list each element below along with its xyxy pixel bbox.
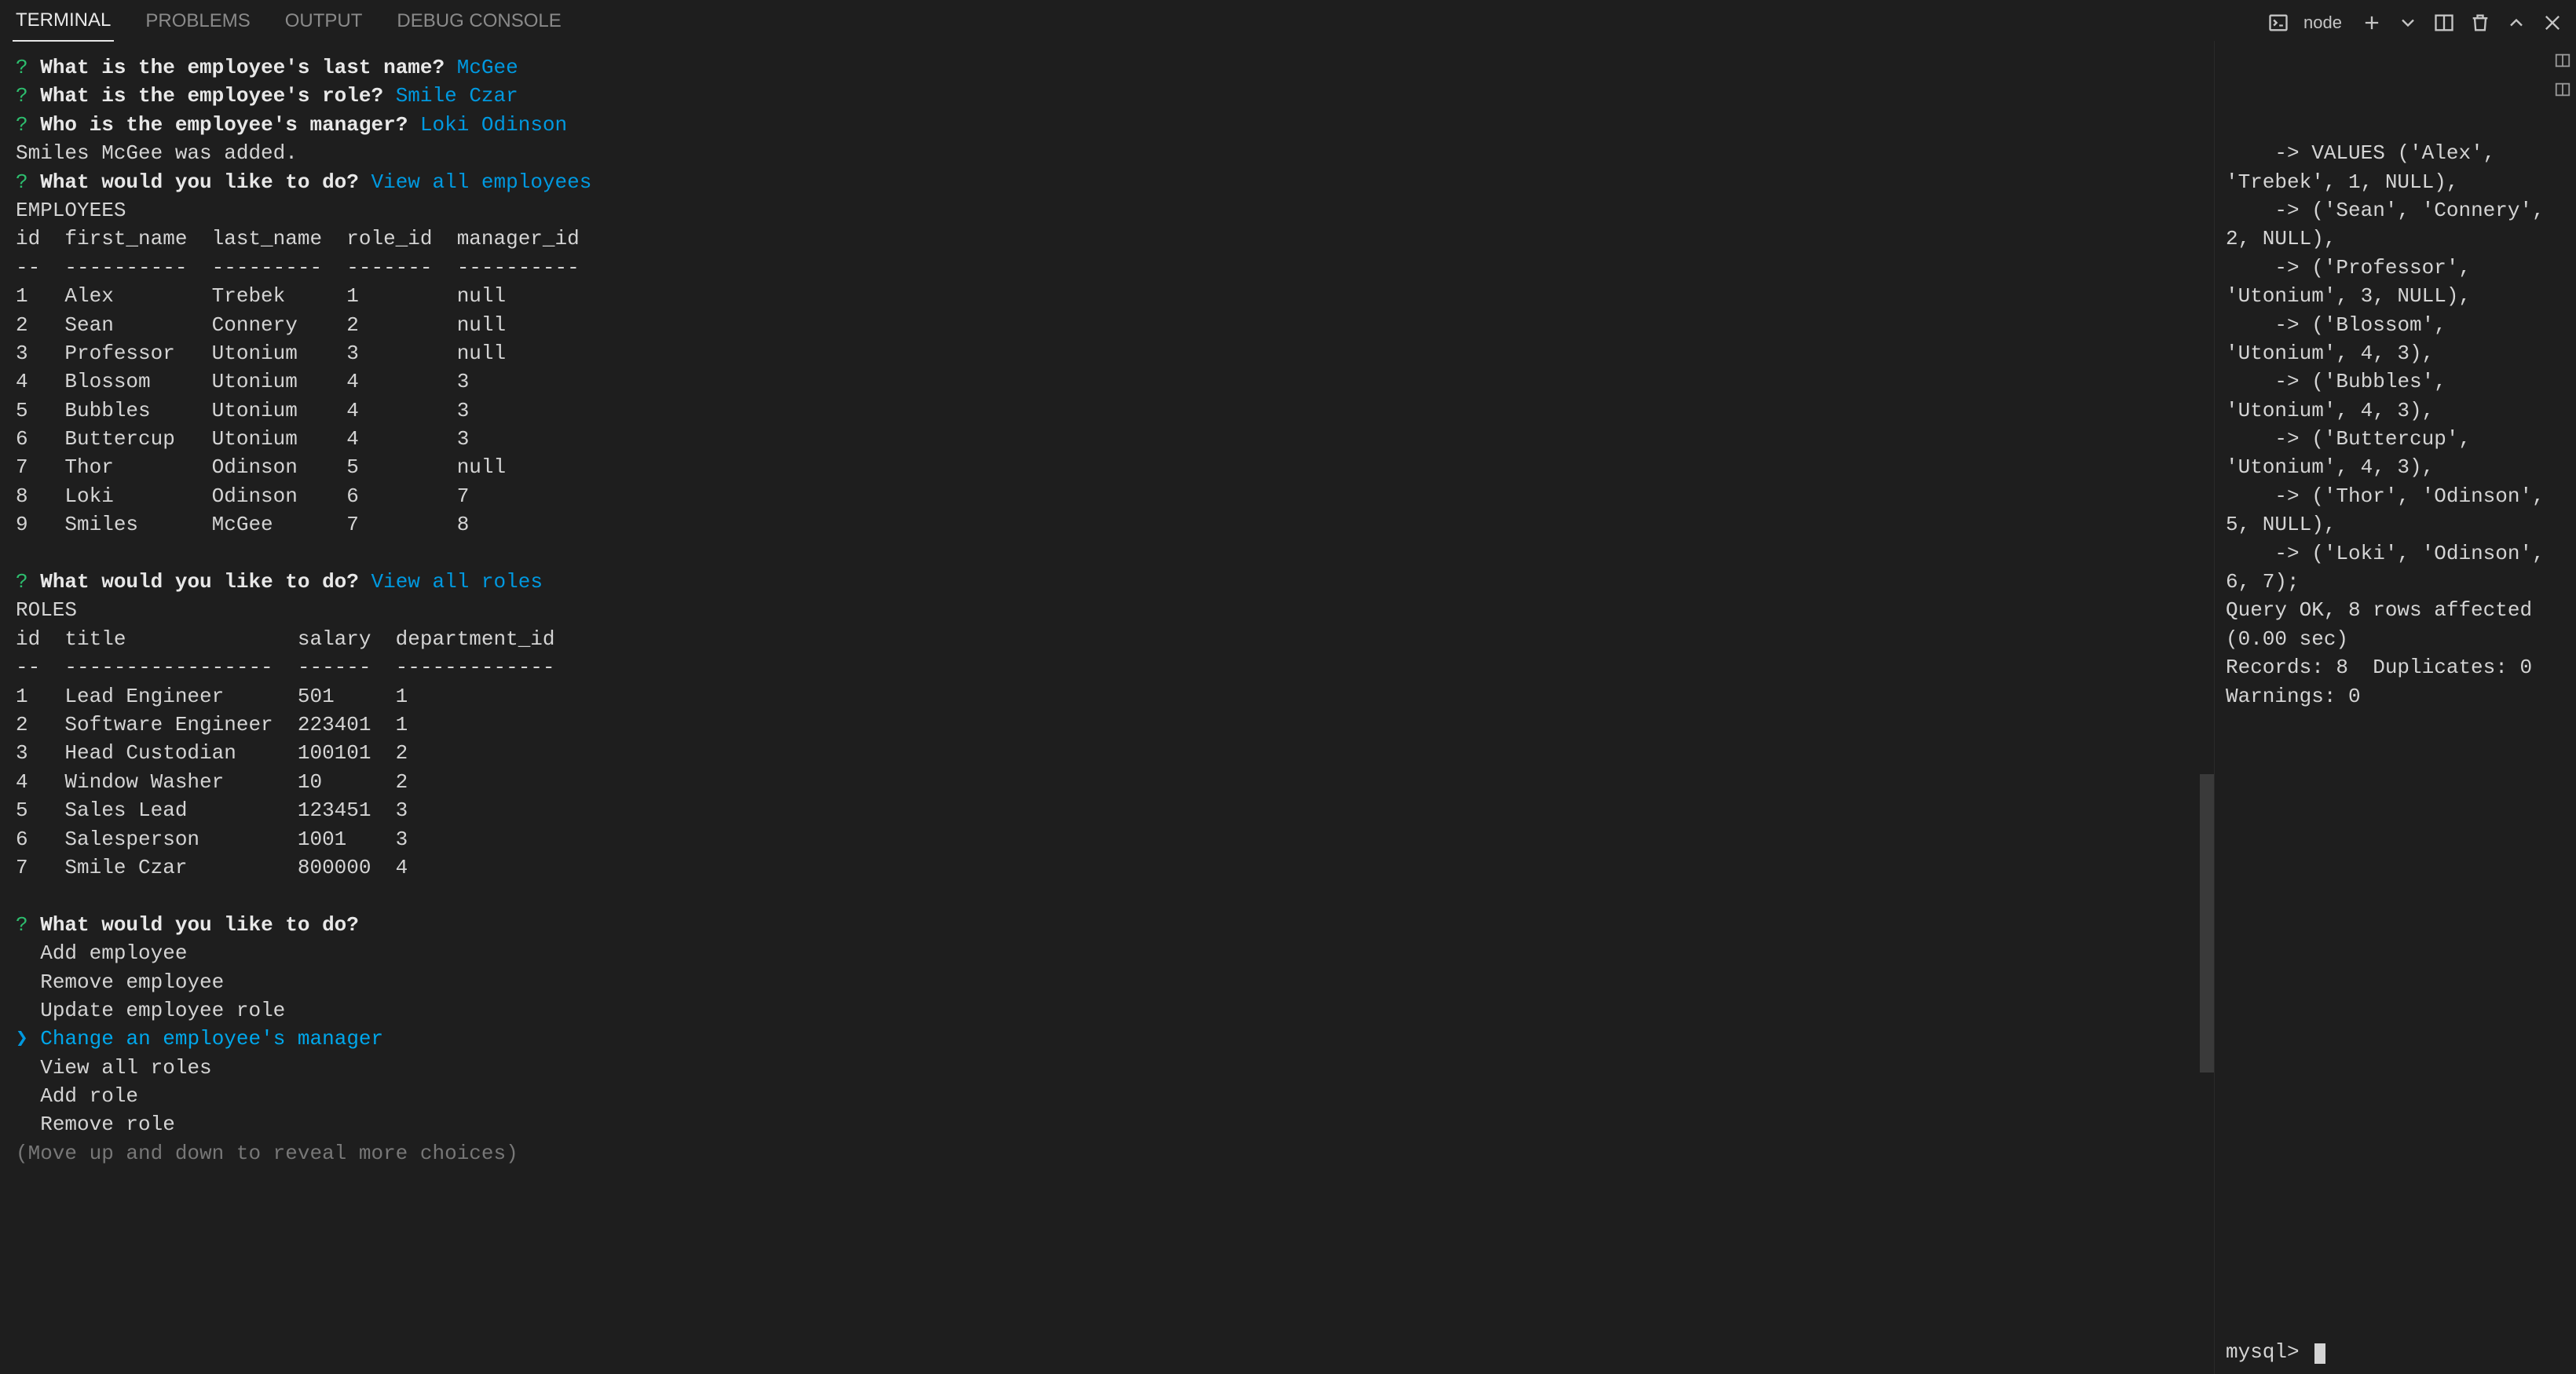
table-row: 3 Head Custodian 100101 2 [16, 739, 2205, 767]
panel-actions: node [2267, 11, 2563, 35]
answer-last-name: McGee [457, 56, 518, 79]
sql-output: -> VALUES ('Alex', 'Trebek', 1, NULL), -… [2226, 139, 2565, 711]
prompt-action-2: What would you like to do? [40, 570, 359, 594]
answer-role: Smile Czar [396, 84, 518, 108]
table-row: 7 Smile Czar 800000 4 [16, 853, 2205, 882]
table-row: 5 Sales Lead 123451 3 [16, 796, 2205, 824]
tab-terminal[interactable]: TERMINAL [13, 4, 114, 42]
terminal-right-pane[interactable]: -> VALUES ('Alex', 'Trebek', 1, NULL), -… [2215, 41, 2576, 1374]
terminal-body: ? What is the employee's last name? McGe… [0, 41, 2576, 1374]
menu-item[interactable]: ❯ Change an employee's manager [16, 1025, 2205, 1053]
table-row: 8 Loki Odinson 6 7 [16, 482, 2205, 510]
table-row: 1 Lead Engineer 501 1 [16, 682, 2205, 711]
menu-item[interactable]: Add role [16, 1082, 2205, 1110]
menu-item[interactable]: Remove role [16, 1110, 2205, 1138]
terminal-type-label[interactable]: node [2303, 11, 2342, 35]
prompt-action-1: What would you like to do? [40, 170, 359, 194]
dropdown-icon[interactable] [2397, 12, 2419, 34]
employees-columns-divider: -- ---------- --------- ------- --------… [16, 254, 2205, 282]
answer-action-2: View all roles [371, 570, 543, 594]
table-row: 6 Buttercup Utonium 4 3 [16, 425, 2205, 453]
menu-item[interactable]: Remove employee [16, 968, 2205, 996]
split-indicator-bottom-icon[interactable] [2554, 81, 2571, 105]
table-row: 2 Software Engineer 223401 1 [16, 711, 2205, 739]
split-terminal-icon[interactable] [2433, 12, 2455, 34]
roles-columns: id title salary department_id [16, 625, 2205, 653]
terminal-type-icon [2267, 12, 2289, 34]
new-terminal-icon[interactable] [2361, 12, 2383, 34]
added-message: Smiles McGee was added. [16, 139, 2205, 167]
tab-output[interactable]: OUTPUT [282, 5, 366, 41]
right-pane-toggles [2554, 52, 2571, 105]
prompt-action-3: What would you like to do? [40, 913, 359, 937]
cursor-block [2314, 1343, 2325, 1364]
prompt-manager: Who is the employee's manager? [40, 113, 408, 137]
menu-item[interactable]: View all roles [16, 1054, 2205, 1082]
table-row: 2 Sean Connery 2 null [16, 311, 2205, 339]
tab-problems[interactable]: PROBLEMS [142, 5, 253, 41]
table-row: 4 Blossom Utonium 4 3 [16, 367, 2205, 396]
mysql-prompt: mysql> [2226, 1338, 2325, 1366]
roles-columns-divider: -- ----------------- ------ ------------… [16, 653, 2205, 682]
split-indicator-top-icon[interactable] [2554, 52, 2571, 76]
trash-icon[interactable] [2469, 12, 2491, 34]
roles-heading: ROLES [16, 596, 2205, 624]
answer-action-1: View all employees [371, 170, 592, 194]
scrollbar-thumb[interactable] [2200, 774, 2214, 1073]
table-row: 4 Window Washer 10 2 [16, 768, 2205, 796]
chevron-up-icon[interactable] [2505, 12, 2527, 34]
table-row: 7 Thor Odinson 5 null [16, 453, 2205, 481]
menu-item[interactable]: Add employee [16, 939, 2205, 967]
answer-manager: Loki Odinson [420, 113, 567, 137]
close-icon[interactable] [2541, 12, 2563, 34]
table-row: 3 Professor Utonium 3 null [16, 339, 2205, 367]
table-row: 6 Salesperson 1001 3 [16, 825, 2205, 853]
panel-tabbar: TERMINAL PROBLEMS OUTPUT DEBUG CONSOLE n… [0, 0, 2576, 41]
employees-rows: 1 Alex Trebek 1 null2 Sean Connery 2 nul… [16, 282, 2205, 539]
table-row: 1 Alex Trebek 1 null [16, 282, 2205, 310]
table-row: 9 Smiles McGee 7 8 [16, 510, 2205, 539]
employees-columns: id first_name last_name role_id manager_… [16, 225, 2205, 253]
terminal-left-pane[interactable]: ? What is the employee's last name? McGe… [0, 41, 2215, 1374]
roles-rows: 1 Lead Engineer 501 12 Software Engineer… [16, 682, 2205, 883]
table-row: 5 Bubbles Utonium 4 3 [16, 396, 2205, 425]
inquirer-menu[interactable]: Add employee Remove employee Update empl… [16, 939, 2205, 1139]
menu-item[interactable]: Update employee role [16, 996, 2205, 1025]
tab-debug-console[interactable]: DEBUG CONSOLE [393, 5, 564, 41]
menu-hint: (Move up and down to reveal more choices… [16, 1139, 2205, 1168]
prompt-last-name: What is the employee's last name? [40, 56, 445, 79]
prompt-role: What is the employee's role? [40, 84, 383, 108]
employees-heading: EMPLOYEES [16, 196, 2205, 225]
